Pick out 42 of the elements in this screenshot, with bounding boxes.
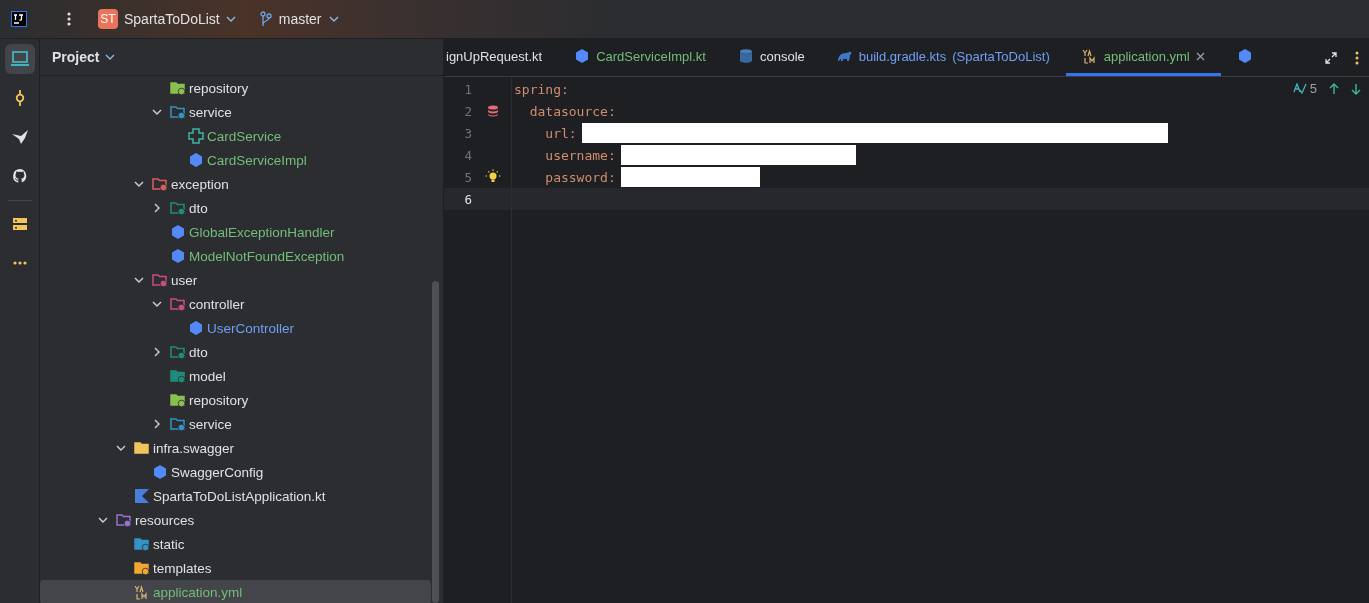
editor-tab[interactable]: CardServiceImpl.kt [558, 39, 722, 76]
tree-item[interactable]: application.yml [40, 580, 431, 603]
line-number: 6 [463, 191, 472, 207]
tree-item[interactable]: service [40, 100, 431, 124]
tree-item[interactable]: GlobalExceptionHandler [40, 220, 431, 244]
tree-item[interactable]: infra.swagger [40, 436, 431, 460]
tree-item[interactable]: SpartaToDoListApplication.kt [40, 484, 431, 508]
code-text: spring: [514, 81, 569, 97]
tree-item[interactable]: resources [40, 508, 431, 532]
line-number: 5 [463, 169, 472, 185]
line-number: 3 [463, 125, 472, 141]
editor-tab[interactable]: ignUpRequest.kt [444, 39, 559, 76]
code-text: username: [544, 147, 616, 163]
project-name[interactable]: SpartaToDoList [124, 11, 220, 27]
tree-item[interactable]: service [40, 412, 431, 436]
editor-tab[interactable]: application.yml [1065, 39, 1221, 76]
tree-item[interactable]: UserController [40, 316, 431, 340]
editor-tab[interactable]: build.gradle.kts (SpartaToDoList) [820, 39, 1066, 76]
tree-item[interactable]: SwaggerConfig [40, 460, 431, 484]
tree-item[interactable]: dto [40, 196, 431, 220]
editor-tab[interactable]: console [721, 39, 821, 76]
line-number: 4 [463, 147, 472, 163]
tree-item[interactable]: CardServiceImpl [40, 148, 431, 172]
tree-item[interactable]: static [40, 532, 431, 556]
code-text: url: [544, 125, 577, 141]
tree-item[interactable]: templates [40, 556, 431, 580]
tree-item[interactable]: model [40, 364, 431, 388]
tree-item[interactable]: dto [40, 340, 431, 364]
code-text: password: [544, 169, 616, 185]
branch-name[interactable]: master [278, 11, 322, 27]
code-text: datasource: [528, 103, 616, 119]
tree-item[interactable]: repository [40, 76, 431, 100]
line-number: 2 [463, 103, 472, 119]
tree-item[interactable]: repository [40, 388, 431, 412]
tree-item[interactable]: CardService [40, 124, 431, 148]
panel-title[interactable]: Project [52, 49, 100, 65]
tree-item[interactable]: ModelNotFoundException [40, 244, 431, 268]
tree-item[interactable]: user [40, 268, 431, 292]
tree-item[interactable]: exception [40, 172, 431, 196]
inspection-widget[interactable]: 5 [1292, 81, 1317, 96]
line-number: 1 [463, 81, 472, 97]
tree-item[interactable]: controller [40, 292, 431, 316]
